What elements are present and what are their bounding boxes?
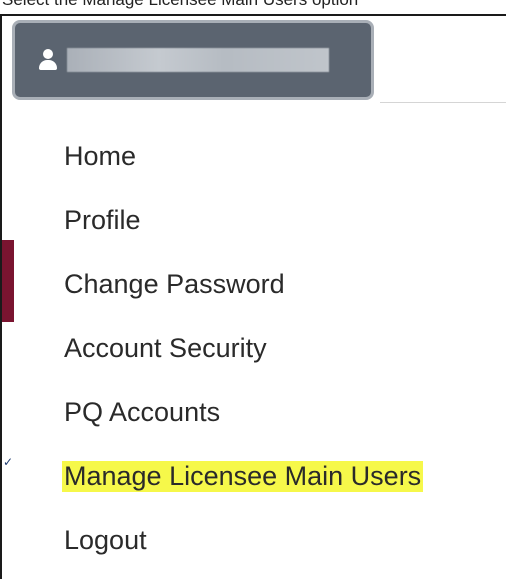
menu-item-manage-licensee-main-users[interactable]: Manage Licensee Main Users [62,444,424,508]
redacted-user-name [67,48,329,72]
menu-item-profile[interactable]: Profile [62,188,423,252]
menu-item-label: Change Password [64,268,285,299]
menu-item-label: PQ Accounts [64,396,221,427]
menu-item-logout[interactable]: Logout [62,508,423,572]
menu-item-home[interactable]: Home [62,124,423,188]
side-accent-bar [2,240,14,322]
instruction-caption: Select the Manage Licensee Main Users op… [2,0,358,10]
side-accent-mark: ✓ [3,455,14,469]
menu-item-label: Profile [64,204,141,235]
window-top-border [0,14,506,16]
menu-item-label: Manage Licensee Main Users [62,460,424,492]
menu-item-label: Account Security [64,332,267,363]
menu-item-account-security[interactable]: Account Security [62,316,423,380]
header-divider [380,102,506,103]
menu-item-change-password[interactable]: Change Password [62,252,423,316]
menu-item-label: Logout [64,524,147,555]
menu-item-label: Home [64,140,137,171]
menu-item-pq-accounts[interactable]: PQ Accounts [62,380,423,444]
user-dropdown-menu: Home Profile Change Password Account Sec… [62,124,424,572]
user-menu-button[interactable] [12,20,374,100]
user-icon [39,49,57,71]
screenshot-frame: Select the Manage Licensee Main Users op… [0,0,506,579]
